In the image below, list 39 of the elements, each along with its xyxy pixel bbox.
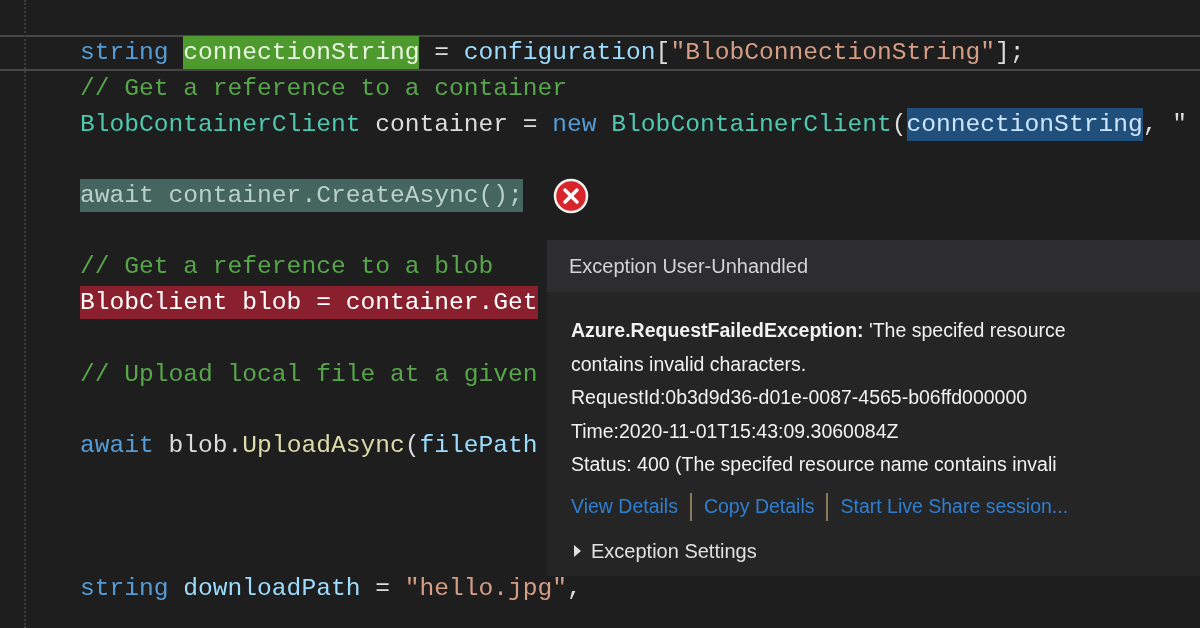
exception-message: Status: 400 (The specifed resource name contains invali <box>571 452 1057 477</box>
popup-title: Exception User-Unhandled <box>547 240 1200 292</box>
code-token: BlobContainerClient <box>80 109 361 140</box>
code-token: string <box>80 573 170 604</box>
exception-message: RequestId:0b3d9d36-d01e-0087-4565-b06ffd000000 <box>571 385 1028 410</box>
details-link[interactable]: View Details <box>571 491 678 522</box>
code-comment: // Upload local file at a given <box>80 359 538 390</box>
code-comment: // Get a reference to a container <box>80 74 568 105</box>
selected-text: connectionString <box>183 36 420 70</box>
settings-toggle[interactable]: Exception Settings <box>571 535 757 566</box>
details-link[interactable]: Start Live Share session... <box>840 491 1069 522</box>
code-token: , <box>567 573 582 604</box>
code-token: new <box>552 109 598 140</box>
error-icon[interactable] <box>552 177 589 214</box>
code-token: , " <box>1142 109 1187 140</box>
code-token: ]; <box>995 38 1025 69</box>
code-token: BlobContainerClient <box>611 109 892 140</box>
code-token: container = <box>374 109 539 140</box>
code-token: = <box>374 573 391 604</box>
code-token: configuration <box>463 38 656 69</box>
exception-message: Azure.RequestFailedException: 'The specifed resource <box>571 318 1066 343</box>
code-token: [ <box>655 38 671 69</box>
code-token: blob. <box>168 430 243 461</box>
highlighted-reference: connectionString <box>906 107 1143 141</box>
code-token: await <box>80 430 155 461</box>
code-token: ( <box>404 430 420 461</box>
exception-message: Time:2020-11-01T15:43:09.3060084Z <box>571 418 899 444</box>
code-token: ( <box>891 109 907 140</box>
code-token: = <box>433 38 450 69</box>
code-token: UploadAsync <box>242 430 405 461</box>
code-token: string <box>80 38 170 69</box>
details-link[interactable]: Copy Details <box>703 491 815 522</box>
code-comment: // Get a reference to a blob <box>80 252 494 283</box>
code-token: "BlobConnectionString" <box>670 38 996 69</box>
current-statement: await container.CreateAsync(); <box>80 179 523 213</box>
code-token: filePath <box>419 430 538 461</box>
exception-message: contains invalid characters. <box>571 351 807 377</box>
code-token: "hello.jpg" <box>404 573 568 604</box>
code-token: downloadPath <box>183 573 361 604</box>
